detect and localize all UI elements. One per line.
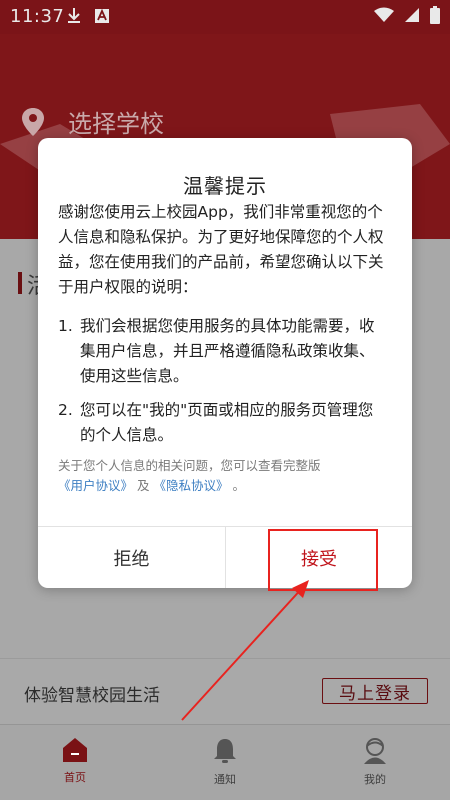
list-item-number: 1.: [58, 317, 73, 335]
dialog-title: 温馨提示: [183, 174, 267, 198]
reject-button[interactable]: 拒绝: [38, 527, 225, 588]
list-item-text: 您可以在"我的"页面或相应的服务页管理您的个人信息。: [80, 401, 374, 444]
dialog-list: 1. 我们会根据您使用服务的具体功能需要，收集用户信息，并且严格遵循隐私政策收集…: [58, 314, 378, 457]
privacy-dialog: 温馨提示 感谢您使用云上校园App，我们非常重视您的个人信息和隐私保护。为了更好…: [38, 138, 412, 588]
list-item: 1. 我们会根据您使用服务的具体功能需要，收集用户信息，并且严格遵循隐私政策收集…: [58, 314, 378, 389]
list-item-number: 2.: [58, 401, 73, 419]
privacy-policy-link[interactable]: 《隐私协议》: [153, 478, 228, 493]
note-suffix: 。: [228, 478, 245, 493]
dialog-intro: 感谢您使用云上校园App，我们非常重视您的个人信息和隐私保护。为了更好地保障您的…: [58, 203, 384, 296]
list-item: 2. 您可以在"我的"页面或相应的服务页管理您的个人信息。: [58, 398, 378, 448]
annotation-highlight-box: [268, 529, 378, 591]
note-and: 及: [133, 478, 154, 493]
app-screen: 11:37 选择学校 体验智慧校园生活 马上登录 首页 通知 我的 温馨提示 感…: [0, 0, 450, 800]
dialog-note: 关于您个人信息的相关问题，您可以查看完整版 《用户协议》 及 《隐私协议》 。: [58, 456, 396, 496]
list-item-text: 我们会根据您使用服务的具体功能需要，收集用户信息，并且严格遵循隐私政策收集、使用…: [80, 317, 375, 385]
user-agreement-link[interactable]: 《用户协议》: [58, 478, 133, 493]
note-prefix: 关于您个人信息的相关问题，您可以查看完整版: [58, 458, 321, 473]
